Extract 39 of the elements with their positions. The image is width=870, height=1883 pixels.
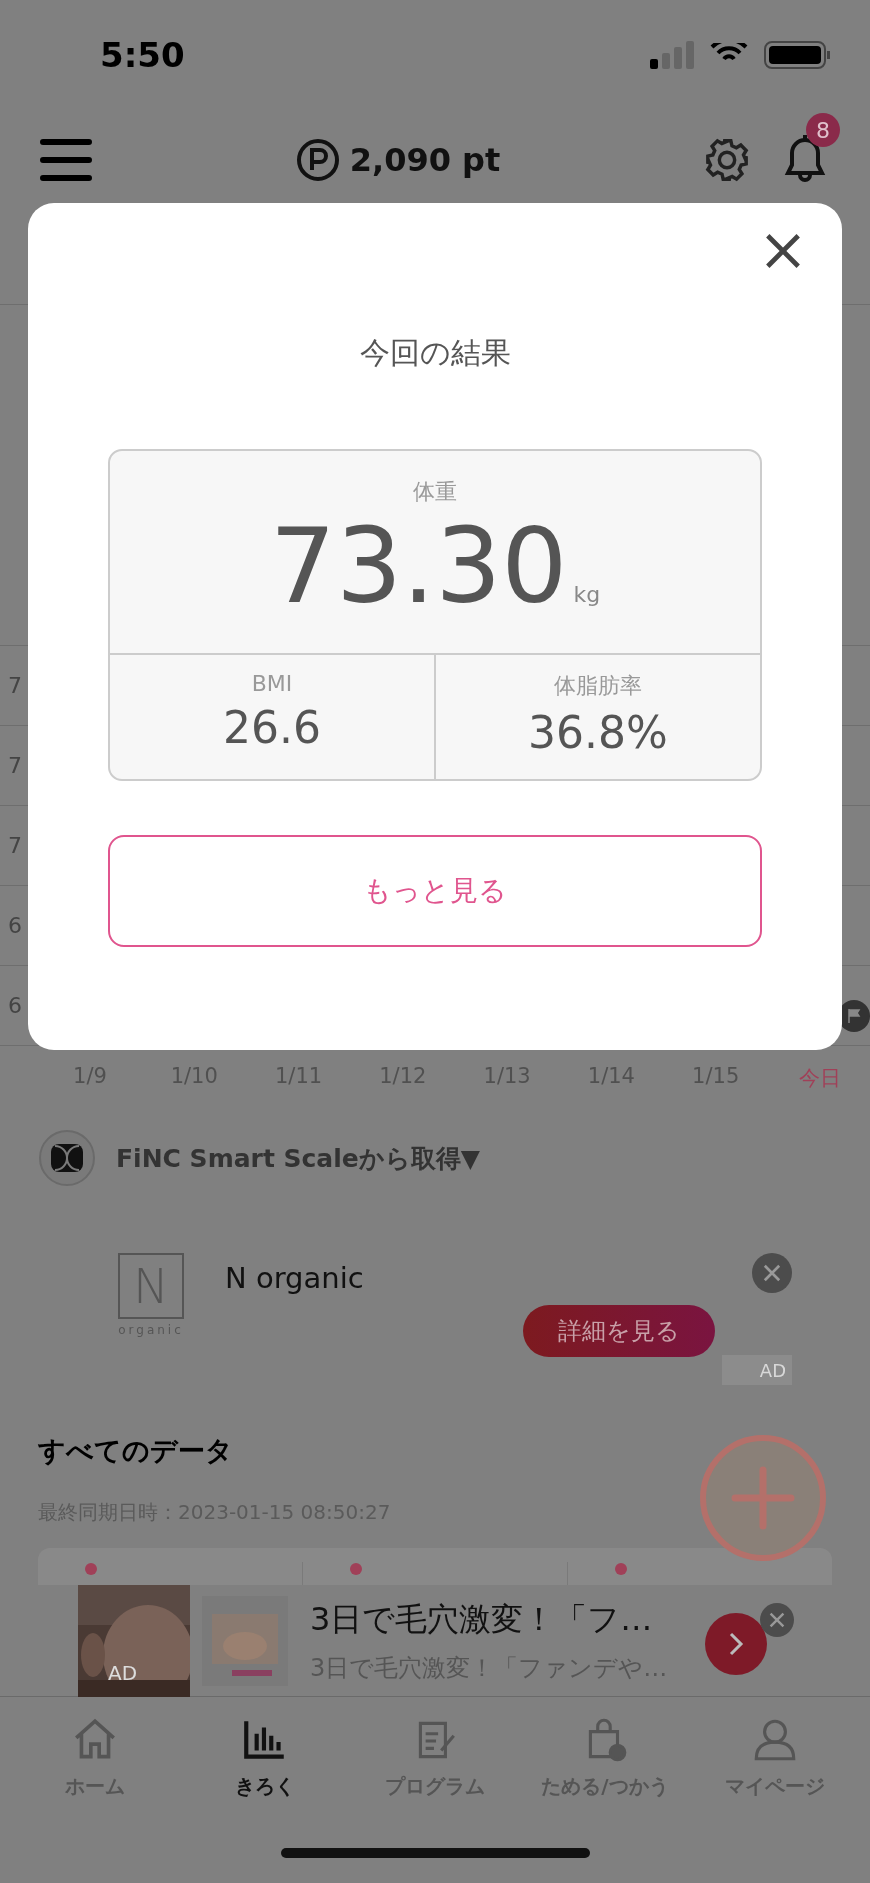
banner-title: 3日で毛穴激変！「フ… xyxy=(310,1598,654,1640)
signal-icon xyxy=(650,41,694,69)
banner-close-button[interactable] xyxy=(760,1603,794,1637)
stat-value: 26.6 xyxy=(223,702,321,753)
axis-label: 7 xyxy=(8,753,22,778)
axis-label: 7 xyxy=(8,833,22,858)
weight-unit: kg xyxy=(573,582,601,607)
scale-icon xyxy=(38,1129,96,1187)
dialog-title: 今回の結果 xyxy=(359,334,511,372)
chevron-right-icon xyxy=(728,1631,744,1657)
close-icon xyxy=(769,1612,785,1628)
stat-label: 体脂肪率 xyxy=(554,672,642,700)
source-selector[interactable]: FiNC Smart Scaleから取得▼ xyxy=(116,1141,480,1175)
see-more-button[interactable]: もっと見る xyxy=(108,835,762,947)
axis-label: 6 xyxy=(8,993,22,1018)
section-title: すべてのデータ xyxy=(37,1434,234,1468)
notification-badge: 8 xyxy=(806,113,840,147)
menu-icon[interactable] xyxy=(40,138,92,182)
axis-label: 7 xyxy=(8,673,22,698)
details-button[interactable]: 詳細を見る xyxy=(523,1305,715,1357)
ad-badge: AD xyxy=(722,1355,792,1385)
settings-icon[interactable] xyxy=(704,137,750,183)
points-icon xyxy=(295,138,340,182)
stat-value: 36.8% xyxy=(528,707,668,758)
ad-label: AD xyxy=(108,1660,138,1685)
weight-label: 体重 xyxy=(413,478,457,506)
close-icon xyxy=(763,1264,781,1282)
date-label: 今日 xyxy=(797,1065,842,1092)
battery-icon xyxy=(764,41,830,69)
nav-tab[interactable]: きろく xyxy=(180,1697,350,1807)
status-time: 5:50 xyxy=(100,35,185,75)
ad-close-button[interactable] xyxy=(752,1253,792,1293)
plus-icon xyxy=(731,1466,795,1530)
close-icon xyxy=(764,231,802,270)
stat-label: BMI xyxy=(251,671,293,696)
weight-value: 73.30 xyxy=(269,509,568,624)
ad-brand: N organic xyxy=(225,1261,364,1295)
axis-label: 6 xyxy=(8,913,22,938)
points-balance: 2,090 pt xyxy=(349,141,501,179)
